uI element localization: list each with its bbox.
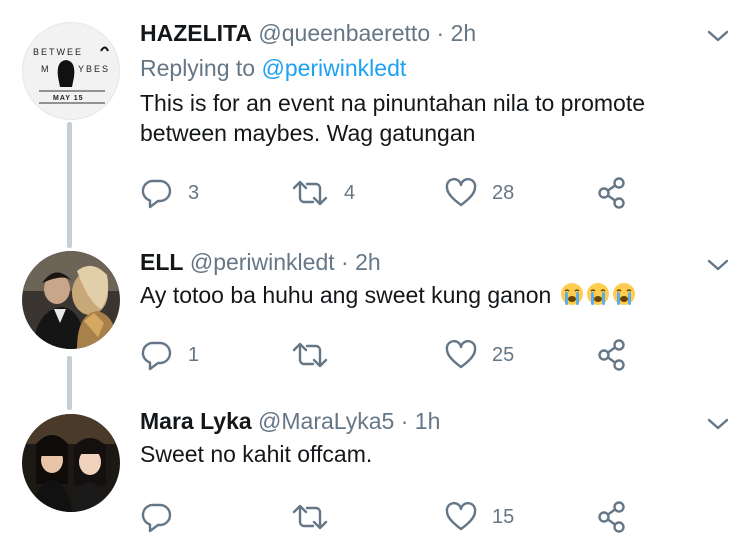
chevron-down-icon[interactable]	[705, 256, 731, 274]
mention-link[interactable]: @periwinkledt	[261, 55, 406, 81]
tweet-actions: 3 4 28	[0, 175, 750, 211]
retweet-button[interactable]	[290, 337, 344, 373]
tweet-text-line: Sweet no kahit offcam.	[140, 441, 373, 467]
avatar-photo	[22, 414, 120, 512]
tweet-text-line: Ay totoo ba huhu ang sweet kung ganon	[140, 282, 552, 308]
like-button[interactable]: 25	[444, 337, 514, 373]
reply-button[interactable]: 3	[140, 175, 199, 211]
reply-button[interactable]: 1	[140, 337, 199, 373]
tweet-hazelita[interactable]: BETWEE M YBES MAY 15 HAZELITA @queenbaer…	[0, 0, 750, 235]
reply-button[interactable]	[140, 499, 188, 535]
retweet-button[interactable]: 4	[290, 175, 355, 211]
tweet-text: This is for an event na pinuntahan nila …	[140, 88, 700, 148]
reply-icon	[141, 179, 172, 209]
like-icon	[445, 177, 477, 207]
reply-count: 1	[188, 343, 200, 366]
like-button[interactable]: 28	[444, 175, 514, 211]
share-button[interactable]	[596, 175, 628, 211]
display-name[interactable]: Mara Lyka	[140, 408, 252, 434]
user-handle[interactable]: @queenbaeretto	[258, 20, 430, 46]
tweet-text-line: between maybes. Wag gatungan	[140, 120, 476, 146]
like-icon	[445, 339, 477, 369]
tweet-header: HAZELITA @queenbaeretto · 2h	[140, 20, 476, 47]
svg-text:MAY 15: MAY 15	[53, 95, 84, 102]
chevron-down-icon[interactable]	[705, 415, 731, 433]
retweet-button[interactable]	[290, 499, 344, 535]
share-button[interactable]	[596, 337, 628, 373]
tweet-text: Sweet no kahit offcam.	[140, 439, 700, 469]
svg-text:BETWEE: BETWEE	[33, 47, 83, 57]
avatar-photo	[22, 251, 120, 349]
tweet-text-line: This is for an event na pinuntahan nila …	[140, 90, 646, 116]
tweet-mara-lyka[interactable]: Mara Lyka @MaraLyka5 · 1h Sweet no kahit…	[0, 400, 750, 545]
like-button[interactable]: 15	[444, 499, 514, 535]
reply-count: 3	[188, 181, 200, 204]
chevron-down-icon[interactable]	[705, 27, 731, 45]
like-count: 15	[492, 505, 515, 528]
like-count: 28	[492, 181, 515, 204]
like-count: 25	[492, 343, 515, 366]
timestamp[interactable]: 2h	[355, 249, 381, 275]
share-icon	[598, 501, 625, 533]
tweet-actions: 15	[0, 499, 750, 535]
reply-icon	[141, 341, 172, 371]
share-button[interactable]	[596, 499, 628, 535]
retweet-icon	[292, 180, 328, 206]
retweet-count: 4	[344, 181, 356, 204]
display-name[interactable]: ELL	[140, 249, 183, 275]
user-handle[interactable]: @periwinkledt	[190, 249, 335, 275]
loudly-crying-face-emoji	[560, 283, 583, 305]
timestamp[interactable]: 1h	[415, 408, 441, 434]
tweet-ell[interactable]: ELL @periwinkledt · 2h Ay totoo ba huhu …	[0, 235, 750, 400]
loudly-crying-face-emoji	[612, 283, 635, 305]
separator: ·	[436, 20, 445, 46]
replying-to: Replying to @periwinkledt	[140, 55, 406, 82]
between-maybes-logo: BETWEE M YBES MAY 15	[33, 46, 110, 104]
avatar[interactable]	[22, 414, 120, 512]
timestamp[interactable]: 2h	[451, 20, 477, 46]
retweet-icon	[292, 504, 328, 530]
display-name[interactable]: HAZELITA	[140, 20, 252, 46]
replying-prefix: Replying to	[140, 55, 262, 81]
user-handle[interactable]: @MaraLyka5	[258, 408, 394, 434]
svg-text:YBES: YBES	[78, 64, 110, 74]
svg-text:M: M	[41, 64, 51, 74]
tweet-actions: 1 25	[0, 337, 750, 373]
avatar[interactable]	[22, 251, 120, 349]
loudly-crying-face-emoji	[586, 283, 609, 305]
tweet-header: Mara Lyka @MaraLyka5 · 1h	[140, 408, 440, 435]
share-icon	[598, 339, 625, 371]
avatar[interactable]: BETWEE M YBES MAY 15	[22, 22, 120, 120]
retweet-icon	[292, 342, 328, 368]
separator: ·	[400, 408, 409, 434]
reply-icon	[141, 503, 172, 533]
like-icon	[445, 501, 477, 531]
separator: ·	[341, 249, 349, 275]
tweet-text: Ay totoo ba huhu ang sweet kung ganon	[140, 280, 700, 310]
tweet-header: ELL @periwinkledt · 2h	[140, 249, 381, 276]
share-icon	[598, 177, 625, 209]
